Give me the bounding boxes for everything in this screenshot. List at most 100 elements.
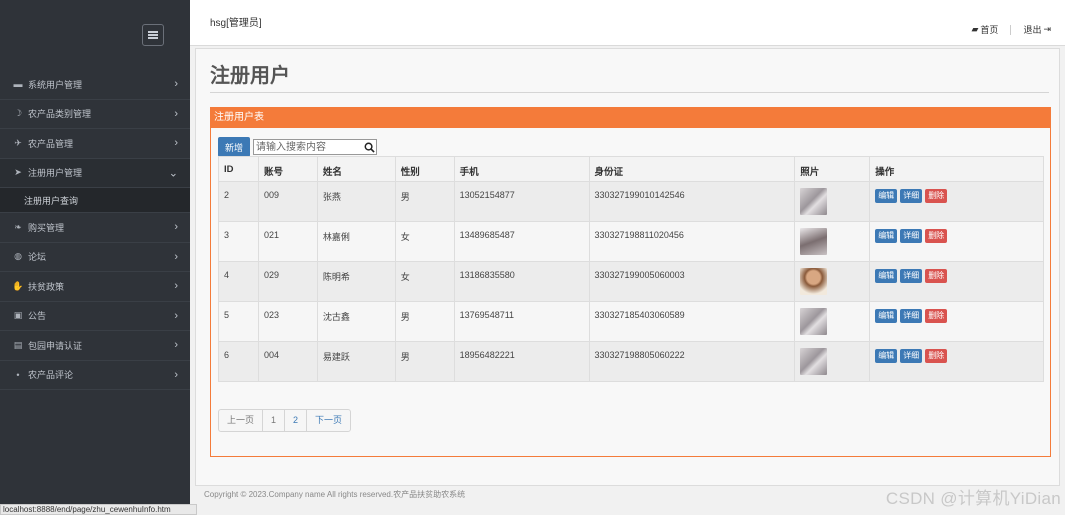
cell-account: 004 — [257, 341, 318, 382]
prev-page-button[interactable]: 上一页 — [219, 410, 264, 431]
sidebar-item-label: 系统用户管理 — [28, 79, 83, 90]
chevron-icon: › — [174, 221, 178, 234]
cell-photo — [794, 301, 871, 342]
detail-button[interactable]: 详细 — [900, 309, 923, 323]
detail-button[interactable]: 详细 — [900, 229, 923, 243]
cell-photo — [794, 221, 871, 262]
sidebar-item-label: 农产品管理 — [28, 138, 74, 149]
column-header: 账号 — [257, 156, 318, 182]
pagination: 上一页 1 2 下一页 — [218, 409, 352, 432]
home-link[interactable]: ▰ 首页 — [972, 23, 999, 36]
sidebar-item-4[interactable]: ❧ 购买管理 › — [0, 213, 190, 243]
cell-phone: 13186835580 — [453, 261, 590, 302]
edit-button[interactable]: 编辑 — [875, 269, 898, 283]
search-icon[interactable] — [362, 140, 376, 154]
table-row: 2 009 张燕男 13052154877 330327199010142546 编辑 详细… — [218, 181, 1044, 222]
globe-icon: ◍ — [14, 251, 22, 262]
sidebar-item-7[interactable]: ▣ 公告 › — [0, 302, 190, 331]
sidebar-subitem-user-query[interactable]: 注册用户查询 — [0, 188, 190, 213]
chevron-icon: › — [174, 309, 178, 322]
cell-id: 3 — [218, 221, 259, 262]
moon-icon: ☽ — [13, 108, 23, 119]
user-photo[interactable] — [800, 308, 828, 335]
cell-id: 5 — [218, 301, 259, 342]
sidebar-item-6[interactable]: ✋ 扶贫政策 › — [0, 272, 190, 302]
sidebar-item-label: 农产品评论 — [28, 370, 74, 381]
table-row: 3 021 林嘉俐女 13489685487 330327198811020456 编辑详… — [218, 221, 1044, 262]
page-title: 注册用户 — [210, 65, 290, 87]
watermark: CSDN @计算机YiDian — [885, 489, 1061, 508]
detail-button[interactable]: 详细 — [900, 349, 923, 363]
delete-button[interactable]: 删除 — [925, 229, 948, 243]
sidebar-item-3[interactable]: ➤ 注册用户管理 ⌄ — [0, 158, 190, 188]
next-page-button[interactable]: 下一页 — [307, 410, 350, 431]
cell-actions: 编辑 详细 删除 — [869, 221, 1044, 262]
edit-button[interactable]: 编辑 — [875, 349, 898, 363]
user-photo[interactable] — [800, 188, 828, 215]
sidebar-item-0[interactable]: ▬ 系统用户管理 › — [0, 70, 190, 100]
sidebar-item-label: 农产品类别管理 — [28, 109, 92, 120]
current-user: hsg[管理员] — [210, 18, 262, 29]
cell-idcard: 330327198811020456 — [588, 221, 796, 262]
detail-button[interactable]: 详细 — [900, 189, 923, 203]
chevron-icon: › — [174, 250, 178, 263]
logout-link[interactable]: 退出 ⇥ — [1023, 23, 1051, 36]
page-1-button[interactable]: 1 — [263, 410, 286, 431]
cell-gender: 男 — [394, 181, 455, 222]
user-photo[interactable] — [800, 348, 828, 375]
delete-button[interactable]: 删除 — [925, 189, 948, 203]
user-icon: ▬ — [13, 79, 23, 90]
sidebar-item-9[interactable]: • 农产品评论 › — [0, 361, 190, 390]
cell-idcard: 330327199010142546 — [588, 181, 796, 222]
cell-actions: 编辑 详细 删除 — [869, 181, 1044, 222]
table-header-row: ID 账号 姓名 性别 手机 身份证 照片 操作 — [218, 156, 1044, 182]
search-input[interactable] — [254, 140, 362, 154]
page-2-button[interactable]: 2 — [285, 410, 308, 431]
top-header: hsg[管理员] ▰ 首页 退出 ⇥ — [190, 0, 1065, 46]
toolbar: 新增 — [218, 137, 377, 157]
edit-button[interactable]: 编辑 — [875, 229, 898, 243]
cell-phone: 13489685487 — [453, 221, 590, 262]
edit-button[interactable]: 编辑 — [875, 189, 898, 203]
briefcase-icon: ▣ — [13, 310, 23, 321]
header-divider — [1010, 24, 1012, 35]
browser-status-url: localhost:8888/end/page/zhu_cewenhuInfo.… — [0, 504, 197, 515]
sidebar-item-2[interactable]: ✈ 农产品管理 › — [0, 129, 190, 159]
cell-gender: 男 — [394, 301, 455, 342]
cell-account: 021 — [257, 221, 318, 262]
send-icon: ➤ — [14, 167, 22, 178]
home-icon: ▰ — [971, 24, 979, 34]
sidebar-item-8[interactable]: ▤ 包园申请认证 › — [0, 331, 190, 361]
cell-idcard: 330327198805060222 — [588, 341, 796, 382]
cell-photo — [794, 341, 871, 382]
cell-account: 023 — [257, 301, 318, 342]
cell-id: 6 — [218, 341, 259, 382]
cell-actions: 编辑 详细 删除 — [869, 341, 1044, 382]
header-links: ▰ 首页 退出 ⇥ — [972, 23, 1052, 36]
users-panel: 注册用户表 新增 ID账号姓名性别手机身份证照片操作 2009张燕男130521… — [210, 107, 1051, 457]
search-box — [253, 139, 377, 155]
add-button[interactable]: 新增 — [218, 137, 250, 157]
cell-id: 4 — [218, 261, 259, 302]
delete-button[interactable]: 删除 — [925, 269, 948, 283]
cell-name: 易建跃 — [316, 341, 396, 382]
chevron-icon: › — [174, 280, 178, 293]
user-photo[interactable] — [800, 228, 828, 255]
users-table: ID 账号 姓名 性别 手机 身份证 照片 操作 2 009 张燕男 13052154877 3303… — [218, 156, 1044, 382]
column-header: 照片 — [794, 156, 871, 182]
delete-button[interactable]: 删除 — [925, 309, 948, 323]
chevron-icon: › — [174, 78, 178, 91]
detail-button[interactable]: 详细 — [900, 269, 923, 283]
user-photo[interactable] — [800, 268, 828, 295]
cell-name: 张燕 — [316, 181, 396, 222]
column-header: ID — [218, 156, 259, 182]
edit-button[interactable]: 编辑 — [875, 309, 898, 323]
delete-button[interactable]: 删除 — [925, 349, 948, 363]
sidebar-item-1[interactable]: ☽ 农产品类别管理 › — [0, 100, 190, 129]
sidebar-item-5[interactable]: ◍ 论坛 › — [0, 243, 190, 272]
sidebar-item-label: 扶贫政策 — [28, 281, 65, 292]
menu-toggle-button[interactable] — [142, 24, 164, 46]
suitcase-icon: ▤ — [13, 339, 23, 350]
column-header: 姓名 — [316, 156, 396, 182]
footer-copyright: Copyright © 2023.Company name All rights… — [204, 490, 466, 499]
